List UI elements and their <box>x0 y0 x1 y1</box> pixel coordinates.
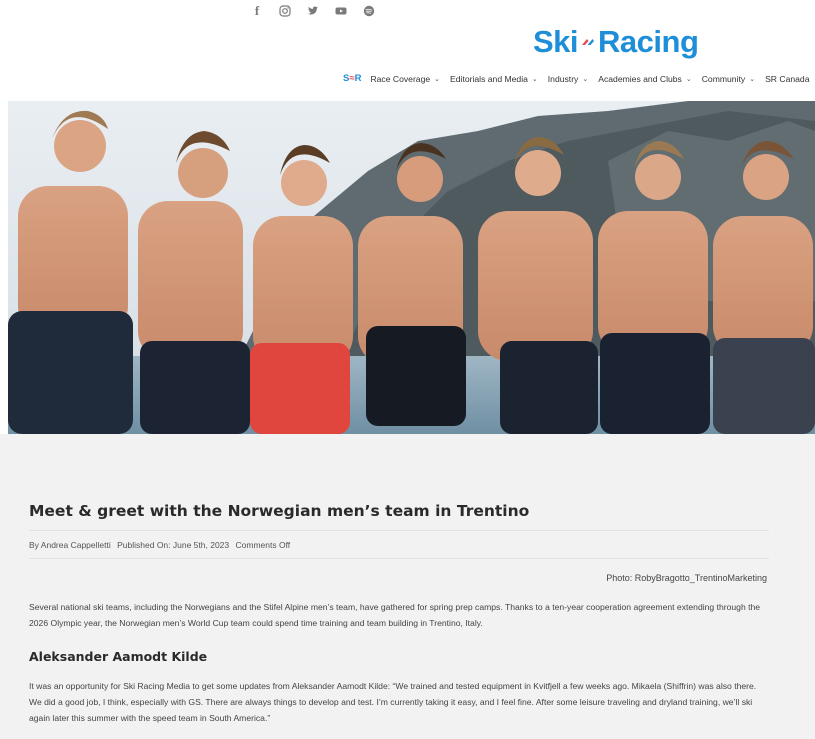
nav-brand-r: R <box>354 73 362 84</box>
divider <box>29 530 769 531</box>
published-date: Published On: June 5th, 2023 <box>117 540 230 550</box>
chevron-down-icon: ⌄ <box>531 75 538 83</box>
nav-label: Industry <box>547 73 579 84</box>
nav-label: Community <box>701 73 746 84</box>
social-links: f <box>250 3 376 18</box>
nav-item-academies-clubs[interactable]: Academies and Clubs ⌄ <box>598 74 691 84</box>
chevron-down-icon: ⌄ <box>685 75 692 83</box>
nav-item-community[interactable]: Community ⌄ <box>702 74 755 84</box>
article-body: Meet & greet with the Norwegian men’s te… <box>0 434 815 739</box>
nav-item-editorials-media[interactable]: Editorials and Media ⌄ <box>450 74 538 84</box>
article-meta: By Andrea Cappelletti Published On: June… <box>29 540 294 550</box>
body-paragraph: It was an opportunity for Ski Racing Med… <box>29 681 757 723</box>
spotify-icon[interactable] <box>362 4 376 18</box>
chevron-down-icon: ⌄ <box>749 75 756 83</box>
photo-credit: Photo: RobyBragotto_TrentinoMarketing <box>606 573 767 583</box>
main-nav: S≈R Race Coverage ⌄ Editorials and Media ⌄… <box>343 73 815 84</box>
logo-text-ski: Ski <box>533 24 579 59</box>
hero-photo <box>8 101 815 434</box>
nav-item-race-coverage[interactable]: Race Coverage ⌄ <box>370 74 440 84</box>
chevron-down-icon: ⌄ <box>582 75 589 83</box>
author-link[interactable]: By Andrea Cappelletti <box>29 540 111 550</box>
nav-item-industry[interactable]: Industry ⌄ <box>548 74 588 84</box>
site-logo[interactable]: Ski Racing <box>533 24 699 60</box>
nav-label: Race Coverage <box>370 73 431 84</box>
nav-item-sr-canada[interactable]: SR Canada⌄ <box>765 74 815 84</box>
nav-label: Academies and Clubs <box>598 73 682 84</box>
section-heading: Aleksander Aamodt Kilde <box>29 649 208 664</box>
nav-brand-mark[interactable]: S≈R <box>343 73 361 84</box>
divider <box>29 558 769 559</box>
youtube-icon[interactable] <box>334 4 348 18</box>
intro-paragraph: Several national ski teams, including th… <box>29 602 761 628</box>
chevron-down-icon: ⌄ <box>434 75 441 83</box>
twitter-icon[interactable] <box>306 4 320 18</box>
logo-text-racing: Racing <box>598 24 699 59</box>
nav-label: SR Canada <box>765 73 810 84</box>
nav-label: Editorials and Media <box>450 73 528 84</box>
article-title: Meet & greet with the Norwegian men’s te… <box>29 502 530 520</box>
facebook-icon[interactable]: f <box>250 3 264 18</box>
comments-status: Comments Off <box>235 540 291 550</box>
instagram-icon[interactable] <box>278 4 292 18</box>
team-photo-illustration <box>8 101 815 434</box>
logo-slash-icon <box>582 39 595 45</box>
